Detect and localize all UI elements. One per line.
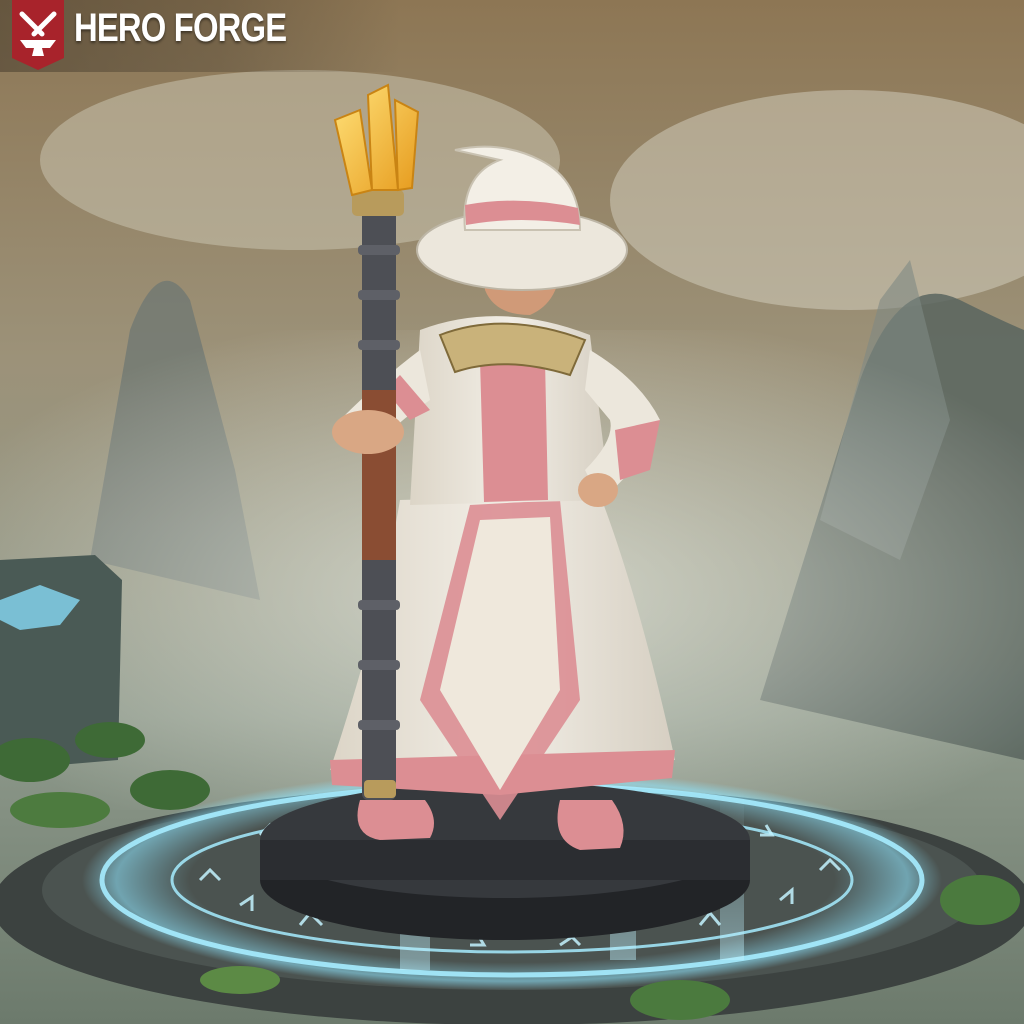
anvil-and-hammers-icon [12,0,64,70]
brand-header: HERO FORGE [0,0,400,72]
brand-name: HERO FORGE [74,6,287,50]
miniature-base-wall [260,840,750,880]
right-hand [578,473,618,507]
logo-badge[interactable] [12,0,64,70]
tunic-front [480,360,548,502]
left-hand [332,410,404,454]
left-shoe [357,800,434,840]
scene-viewport[interactable] [0,0,1024,1024]
character-viewer[interactable]: HERO FORGE [0,0,1024,1024]
right-shoe [557,800,624,850]
staff-foot [364,780,396,798]
